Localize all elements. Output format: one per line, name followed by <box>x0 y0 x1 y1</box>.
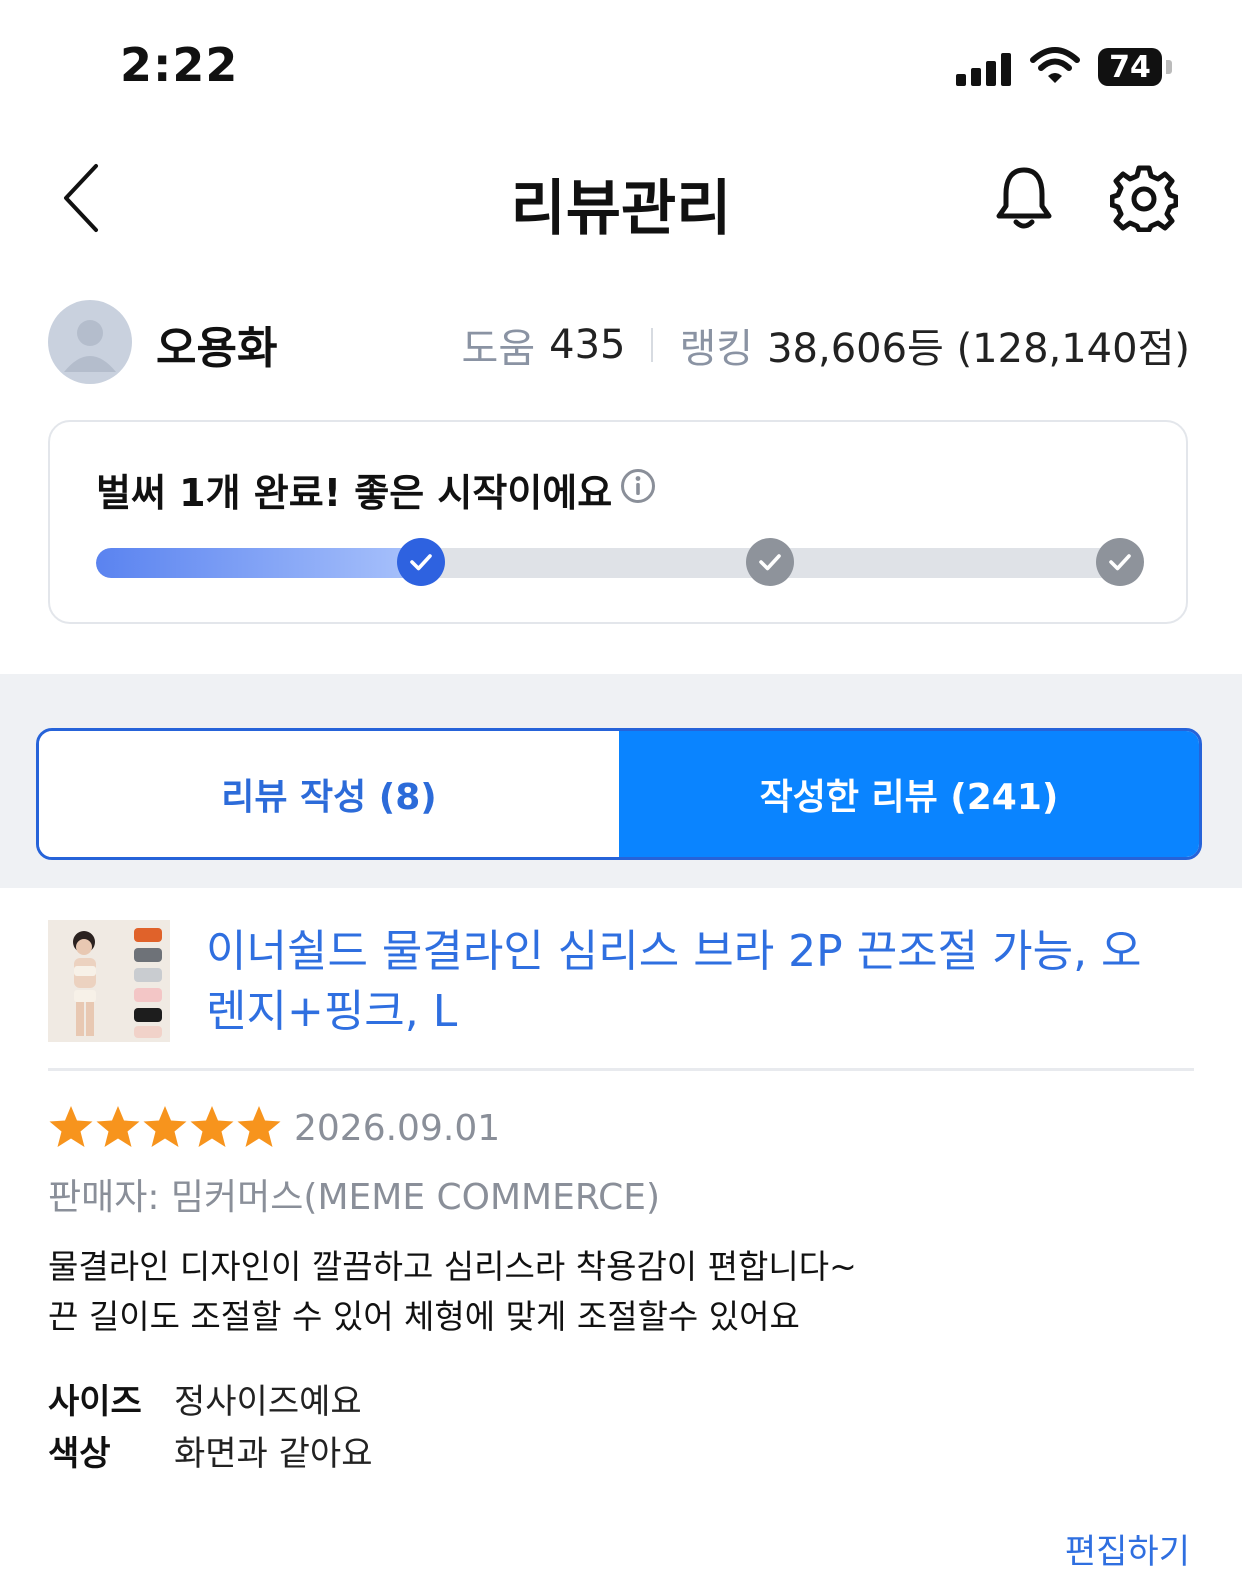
battery-level: 74 <box>1109 49 1151 85</box>
attribute-label-color: 색상 <box>48 1434 111 1474</box>
tab-written-reviews[interactable]: 작성한 리뷰 (241) <box>619 731 1199 857</box>
cellular-signal-icon <box>956 52 1012 86</box>
progress-step-3 <box>1096 538 1144 586</box>
user-name: 오용화 <box>156 323 278 374</box>
review-body-line-2: 끈 길이도 조절할 수 있어 체형에 맞게 조절할수 있어요 <box>48 1297 800 1336</box>
attribute-label-size: 사이즈 <box>48 1382 142 1422</box>
rank-value: 38,606등 (128,140점) <box>767 326 1190 372</box>
seller-name: 판매자: 밈커머스(MEME COMMERCE) <box>48 1177 661 1218</box>
gear-icon <box>1109 165 1179 233</box>
progress-track <box>96 548 1142 578</box>
progress-fill <box>96 548 421 578</box>
help-count: 435 <box>549 322 626 368</box>
rank-label: 랭킹 <box>679 326 754 372</box>
review-tabs: 리뷰 작성 (8) 작성한 리뷰 (241) <box>36 728 1202 860</box>
check-icon <box>759 554 781 571</box>
product-name-link[interactable]: 이너쉴드 물결라인 심리스 브라 2P 끈조절 가능, 오렌지+핑크, L <box>206 922 1166 1042</box>
star-rating <box>48 1104 283 1150</box>
help-label: 도움 <box>461 326 536 372</box>
star-icon <box>96 1106 140 1147</box>
attribute-value-size: 정사이즈예요 <box>174 1382 362 1422</box>
star-icon <box>237 1106 281 1147</box>
review-body-line-1: 물결라인 디자인이 깔끔하고 심리스라 착용감이 편합니다~ <box>48 1247 857 1286</box>
review-date: 2026.09.01 <box>294 1108 501 1149</box>
product-thumbnail[interactable] <box>48 920 170 1042</box>
check-icon <box>410 554 432 571</box>
divider <box>48 1068 1194 1071</box>
info-icon[interactable] <box>620 468 656 504</box>
status-time: 2:22 <box>120 38 239 92</box>
progress-step-1 <box>397 538 445 586</box>
user-silhouette-icon <box>64 320 116 372</box>
progress-step-2 <box>746 538 794 586</box>
battery-tip <box>1166 60 1172 74</box>
notifications-button[interactable] <box>992 164 1056 232</box>
star-icon <box>143 1106 187 1147</box>
attribute-value-color: 화면과 같아요 <box>174 1434 373 1474</box>
tab-write-review[interactable]: 리뷰 작성 (8) <box>39 731 619 857</box>
battery-icon: 74 <box>1098 48 1162 86</box>
user-stats: 도움 435 랭킹 38,606등 (128,140점) <box>462 316 1190 374</box>
avatar[interactable] <box>48 300 132 384</box>
star-icon <box>190 1106 234 1147</box>
check-icon <box>1109 554 1131 571</box>
stats-divider <box>651 328 654 362</box>
star-icon <box>49 1106 93 1147</box>
progress-card <box>48 420 1188 624</box>
wifi-icon <box>1030 46 1080 86</box>
progress-message: 벌써 1개 완료! 좋은 시작이에요 <box>96 471 613 515</box>
settings-button[interactable] <box>1109 164 1179 233</box>
bell-icon <box>996 167 1052 229</box>
edit-review-link[interactable]: 편집하기 <box>1065 1524 1190 1573</box>
